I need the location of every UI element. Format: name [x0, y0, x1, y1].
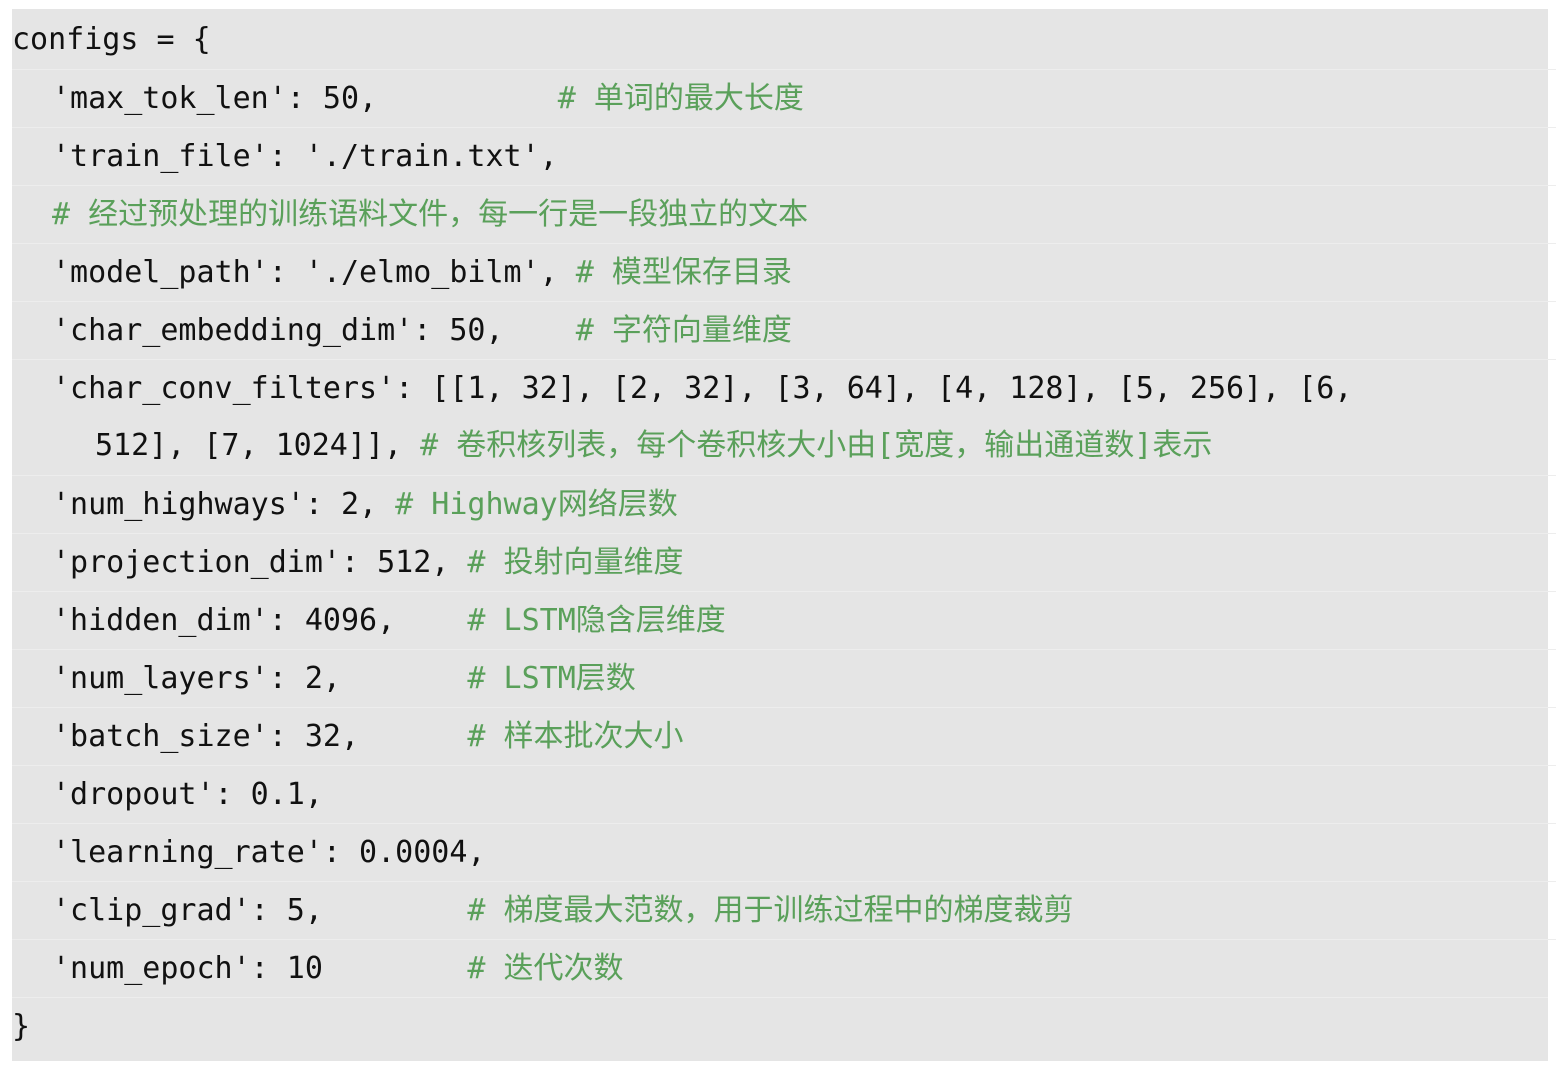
code-line-16: 'clip_grad': 5, # 梯度最大范数，用于训练过程中的梯度裁剪 — [12, 881, 1556, 940]
code-text: 'train_file': './train.txt', — [52, 139, 558, 174]
code-comment: # 字符向量维度 — [575, 313, 792, 348]
code-text: 'model_path': './elmo_bilm', — [52, 255, 576, 290]
code-text: 'clip_grad': 5, — [52, 893, 468, 928]
code-comment: # 模型保存目录 — [575, 255, 792, 290]
code-text: 'num_epoch': 10 — [52, 951, 468, 986]
code-text: 'num_layers': 2, — [52, 661, 468, 696]
code-line-9: 'num_highways': 2, # Highway网络层数 — [12, 475, 1556, 534]
code-text: 'batch_size': 32, — [52, 719, 468, 754]
code-comment: # 样本批次大小 — [467, 719, 684, 754]
code-line-18: } — [12, 997, 1548, 1056]
code-comment: # LSTM层数 — [467, 661, 636, 696]
code-comment: # 投射向量维度 — [467, 545, 684, 580]
code-text: 'char_conv_filters': [[1, 32], [2, 32], … — [52, 371, 1353, 406]
code-line-2: 'max_tok_len': 50, # 单词的最大长度 — [12, 69, 1556, 128]
code-line-7: 'char_conv_filters': [[1, 32], [2, 32], … — [12, 359, 1556, 418]
code-text: 'projection_dim': 512, — [52, 545, 468, 580]
code-comment: # 经过预处理的训练语料文件，每一行是一段独立的文本 — [52, 197, 809, 232]
code-line-1: configs = { — [12, 11, 1548, 69]
code-line-13: 'batch_size': 32, # 样本批次大小 — [12, 707, 1556, 766]
code-line-14: 'dropout': 0.1, — [12, 765, 1556, 824]
code-comment: # 单词的最大长度 — [557, 81, 804, 116]
code-block: configs = { 'max_tok_len': 50, # 单词的最大长度… — [12, 9, 1556, 1061]
code-comment: # 卷积核列表，每个卷积核大小由[宽度，输出通道数]表示 — [420, 428, 1213, 463]
code-text: 'dropout': 0.1, — [52, 777, 323, 812]
code-line-12: 'num_layers': 2, # LSTM层数 — [12, 649, 1556, 708]
code-comment: # Highway网络层数 — [395, 487, 678, 522]
code-line-15: 'learning_rate': 0.0004, — [12, 823, 1556, 882]
code-text: 'num_highways': 2, — [52, 487, 396, 522]
code-comment: # LSTM隐含层维度 — [467, 603, 726, 638]
code-line-6: 'char_embedding_dim': 50, # 字符向量维度 — [12, 301, 1556, 360]
code-text: 'char_embedding_dim': 50, — [52, 313, 576, 348]
code-line-8: 512], [7, 1024]], # 卷积核列表，每个卷积核大小由[宽度，输出… — [12, 417, 1556, 475]
code-text: 'learning_rate': 0.0004, — [52, 835, 486, 870]
code-text: 'max_tok_len': 50, — [52, 81, 558, 116]
code-line-4: # 经过预处理的训练语料文件，每一行是一段独立的文本 — [12, 185, 1556, 244]
code-line-3: 'train_file': './train.txt', — [12, 127, 1556, 186]
code-line-5: 'model_path': './elmo_bilm', # 模型保存目录 — [12, 243, 1556, 302]
code-line-17: 'num_epoch': 10 # 迭代次数 — [12, 939, 1556, 998]
code-text: 512], [7, 1024]], — [95, 428, 421, 463]
code-text: } — [12, 1009, 31, 1044]
code-text: configs = { — [12, 22, 211, 57]
code-text: 'hidden_dim': 4096, — [52, 603, 468, 638]
code-comment: # 迭代次数 — [467, 951, 624, 986]
code-comment: # 梯度最大范数，用于训练过程中的梯度裁剪 — [467, 893, 1074, 928]
code-line-10: 'projection_dim': 512, # 投射向量维度 — [12, 533, 1556, 592]
code-line-11: 'hidden_dim': 4096, # LSTM隐含层维度 — [12, 591, 1556, 650]
